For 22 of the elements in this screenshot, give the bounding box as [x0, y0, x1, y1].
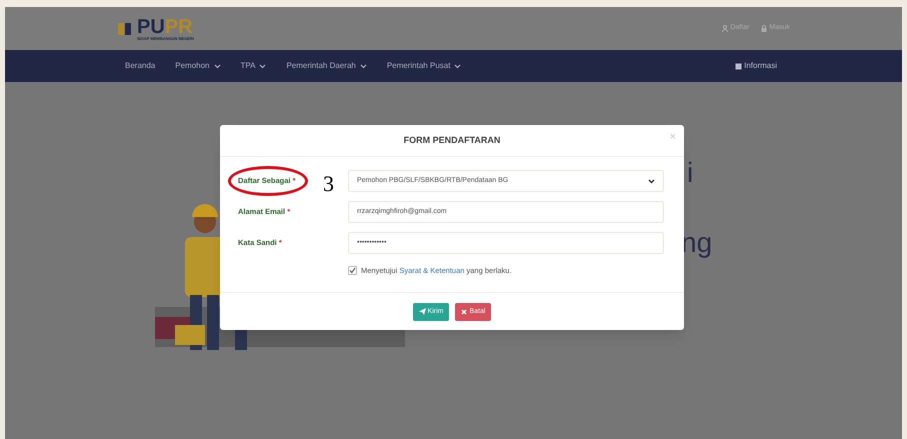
info-link[interactable]: Informasi — [735, 60, 777, 72]
logo-icon — [117, 20, 133, 36]
lock-icon — [761, 25, 768, 32]
caret-icon — [648, 178, 655, 184]
agreement-checkbox[interactable] — [348, 266, 357, 276]
nav-item[interactable]: Pemohon — [175, 60, 220, 72]
background-heading: i — [687, 156, 694, 190]
caret-icon — [360, 64, 367, 68]
check-icon — [349, 267, 356, 274]
nav-item[interactable]: TPA — [240, 60, 266, 72]
caret-icon — [259, 64, 266, 68]
nav-item[interactable]: Beranda — [125, 60, 156, 72]
logo-text: PUPR — [137, 16, 193, 36]
caret-icon — [454, 64, 462, 68]
caret-icon — [214, 64, 220, 68]
nav-item[interactable]: Pemerintah Pusat — [386, 60, 462, 72]
close-icon — [461, 308, 468, 315]
user-icon — [722, 25, 728, 32]
modal-title: FORM PENDAFTARAN — [404, 134, 500, 147]
send-icon — [418, 308, 426, 316]
annotation-number: 3 — [323, 170, 334, 198]
nav-item[interactable]: Pemerintah Daerah — [286, 60, 367, 72]
